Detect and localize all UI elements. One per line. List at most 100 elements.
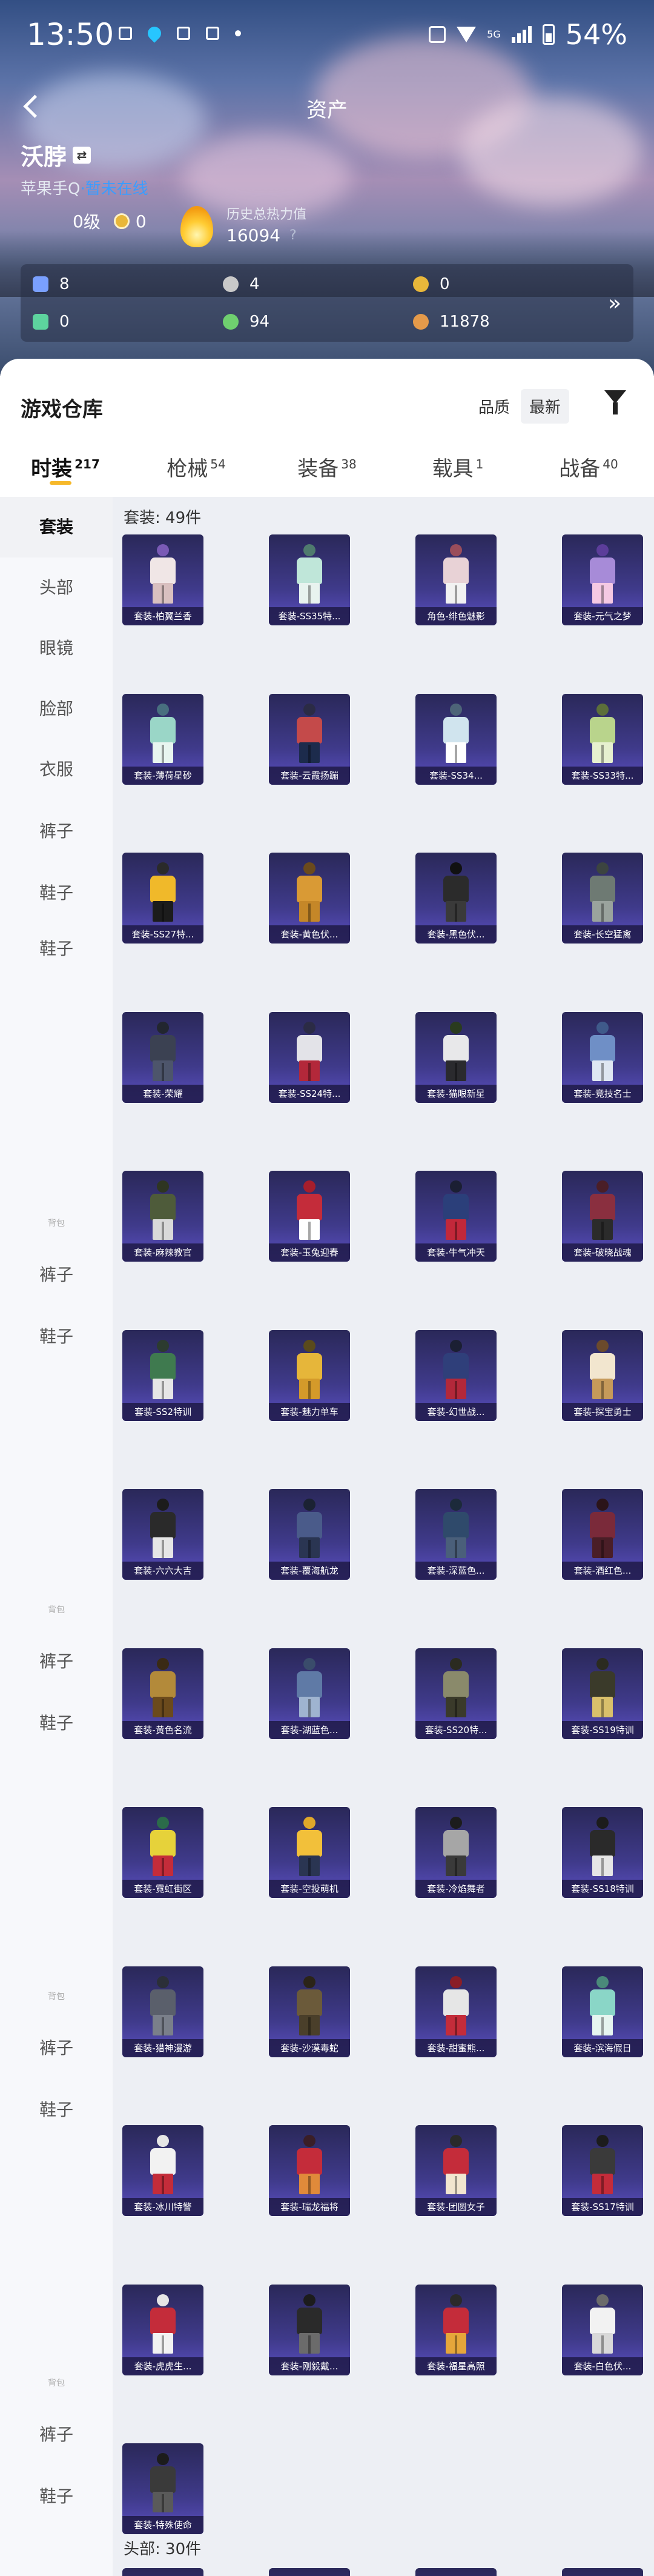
sort-latest[interactable]: 最新 [520, 389, 569, 424]
sidebar-item-shoes[interactable]: 鞋子 [0, 919, 113, 979]
sidebar-item-face[interactable]: 脸部 [0, 679, 113, 739]
sidebar-item-suit[interactable]: 套装 [0, 497, 113, 557]
outfit-figure [289, 1340, 329, 1399]
outfit-figure [143, 1658, 183, 1717]
item-card[interactable]: 套装-黑色伏... [415, 853, 497, 944]
outfit-figure [143, 1499, 183, 1558]
tab-fashion[interactable]: 时装 217 [0, 438, 131, 492]
item-card[interactable]: 套装-竞技名士 [562, 1012, 643, 1103]
tab-equipment[interactable]: 装备 38 [262, 438, 392, 492]
item-card[interactable]: 套装-SS2特训 [122, 1330, 203, 1421]
item-card[interactable]: 套装-沙漠毒蛇 [269, 1966, 350, 2057]
item-card[interactable]: 套装-深蓝色... [415, 1489, 497, 1580]
coin-icon [413, 276, 429, 292]
help-icon[interactable]: ? [289, 228, 297, 243]
tab-vehicles[interactable]: 载具 1 [392, 438, 523, 492]
gear-icon [223, 276, 239, 292]
item-card[interactable]: 套装-猎神漫游 [122, 1966, 203, 2057]
item-card[interactable]: 套装-SS35特... [269, 534, 350, 625]
item-card[interactable]: 套装-白色伏... [562, 2285, 643, 2375]
item-card[interactable]: 套装-猫眼新星 [415, 1012, 497, 1103]
tab-weapons[interactable]: 枪械 54 [131, 438, 262, 492]
sidebar-item-pants[interactable]: 裤子 [0, 801, 113, 862]
item-card[interactable]: 套装-SS34... [415, 694, 497, 785]
item-card[interactable]: 套装-SS18特训 [562, 1807, 643, 1898]
item-card[interactable]: 套装-麻辣教官 [122, 1171, 203, 1262]
item-card[interactable]: 套装-刚毅戴... [269, 2285, 350, 2375]
item-card[interactable]: 套装-黄色名流 [122, 1648, 203, 1739]
item-card[interactable] [122, 2568, 203, 2576]
item-card[interactable]: 套装-云霞扬蹦 [269, 694, 350, 785]
asset-item: 94 [223, 313, 269, 331]
sidebar-item-shoes[interactable]: 鞋子 [0, 863, 113, 924]
sidebar-item-pants[interactable]: 裤子 [0, 2405, 113, 2465]
item-card[interactable]: 套装-瑞龙福将 [269, 2125, 350, 2216]
item-card[interactable]: 套装-覆海航龙 [269, 1489, 350, 1580]
item-name: 套装-长空猛禽 [562, 925, 643, 944]
player-name: 沃脖 [21, 144, 67, 170]
item-card[interactable]: 套装-酒红色... [562, 1489, 643, 1580]
item-card[interactable] [269, 2568, 350, 2576]
sidebar-item-shoes[interactable]: 鞋子 [0, 2080, 113, 2140]
outfit-figure [583, 1976, 623, 2035]
platform-label: 苹果手Q [21, 180, 81, 198]
sidebar-item-glasses[interactable]: 眼镜 [0, 618, 113, 679]
item-name: 套装-云霞扬蹦 [269, 767, 350, 785]
section-label-head: 头部: 30件 [124, 2540, 202, 2558]
item-card[interactable]: 套装-SS20特... [415, 1648, 497, 1739]
item-card[interactable]: 套装-SS33特... [562, 694, 643, 785]
item-card[interactable]: 套装-长空猛禽 [562, 853, 643, 944]
item-card[interactable]: 角色-绯色魅影 [415, 534, 497, 625]
item-card[interactable]: 套装-SS17特训 [562, 2125, 643, 2216]
item-card[interactable]: 套装-甜蜜熊... [415, 1966, 497, 2057]
item-card[interactable] [415, 2568, 497, 2576]
sidebar-item-clothes[interactable]: 衣服 [0, 739, 113, 800]
expand-icon[interactable]: » [608, 291, 621, 316]
item-card[interactable]: 套装-福星高照 [415, 2285, 497, 2375]
sidebar-item-pants[interactable]: 裤子 [0, 2018, 113, 2078]
item-card[interactable]: 套装-团圆女子 [415, 2125, 497, 2216]
item-card[interactable]: 套装-特殊使命 [122, 2443, 203, 2534]
item-card[interactable]: 套装-冷焰舞者 [415, 1807, 497, 1898]
item-card[interactable]: 套装-魅力单车 [269, 1330, 350, 1421]
item-card[interactable]: 套装-空投萌机 [269, 1807, 350, 1898]
item-card[interactable]: 套装-虎虎生... [122, 2285, 203, 2375]
item-name: 套装-空投萌机 [269, 1880, 350, 1898]
switch-account-icon[interactable]: ⇄ [73, 146, 91, 164]
item-card[interactable]: 套装-湖蓝色... [269, 1648, 350, 1739]
item-card[interactable]: 套装-幻世战... [415, 1330, 497, 1421]
tab-supplies[interactable]: 战备 40 [523, 438, 654, 492]
sort-quality[interactable]: 品质 [470, 389, 518, 424]
item-card[interactable]: 套装-霓虹街区 [122, 1807, 203, 1898]
asset-panel[interactable]: 8 4 0 0 94 11878 » [21, 264, 633, 342]
item-card[interactable]: 套装-SS27特... [122, 853, 203, 944]
item-card[interactable]: 套装-柏翼兰香 [122, 534, 203, 625]
item-card[interactable]: 套装-破晓战魂 [562, 1171, 643, 1262]
outfit-figure [143, 2453, 183, 2512]
item-card[interactable]: 套装-牛气冲天 [415, 1171, 497, 1262]
item-name: 套装-冷焰舞者 [415, 1880, 497, 1898]
sidebar-item-shoes[interactable]: 鞋子 [0, 1306, 113, 1367]
asset-item: 0 [413, 275, 450, 293]
item-card[interactable]: 套装-SS24特... [269, 1012, 350, 1103]
more-dot-icon [235, 30, 241, 36]
item-card[interactable]: 套装-冰川特警 [122, 2125, 203, 2216]
item-card[interactable]: 套装-滨海假日 [562, 1966, 643, 2057]
sidebar-item-shoes[interactable]: 鞋子 [0, 1693, 113, 1754]
filter-icon[interactable] [603, 390, 630, 416]
item-card[interactable] [562, 2568, 643, 2576]
item-card[interactable]: 套装-荣耀 [122, 1012, 203, 1103]
sidebar-item-pants[interactable]: 裤子 [0, 1245, 113, 1305]
item-name: 套装-沙漠毒蛇 [269, 2039, 350, 2057]
item-card[interactable]: 套装-黄色伏... [269, 853, 350, 944]
item-card[interactable]: 套装-SS19特训 [562, 1648, 643, 1739]
sidebar-faint-label: 背包 [48, 2378, 65, 2388]
sidebar-item-pants[interactable]: 裤子 [0, 1631, 113, 1692]
item-card[interactable]: 套装-六六大吉 [122, 1489, 203, 1580]
sidebar-item-shoes[interactable]: 鞋子 [0, 2466, 113, 2527]
item-card[interactable]: 套装-薄荷星砂 [122, 694, 203, 785]
item-card[interactable]: 套装-元气之梦 [562, 534, 643, 625]
item-card[interactable]: 套装-探宝勇士 [562, 1330, 643, 1421]
sidebar-item-head[interactable]: 头部 [0, 557, 113, 618]
item-card[interactable]: 套装-玉兔迎春 [269, 1171, 350, 1262]
